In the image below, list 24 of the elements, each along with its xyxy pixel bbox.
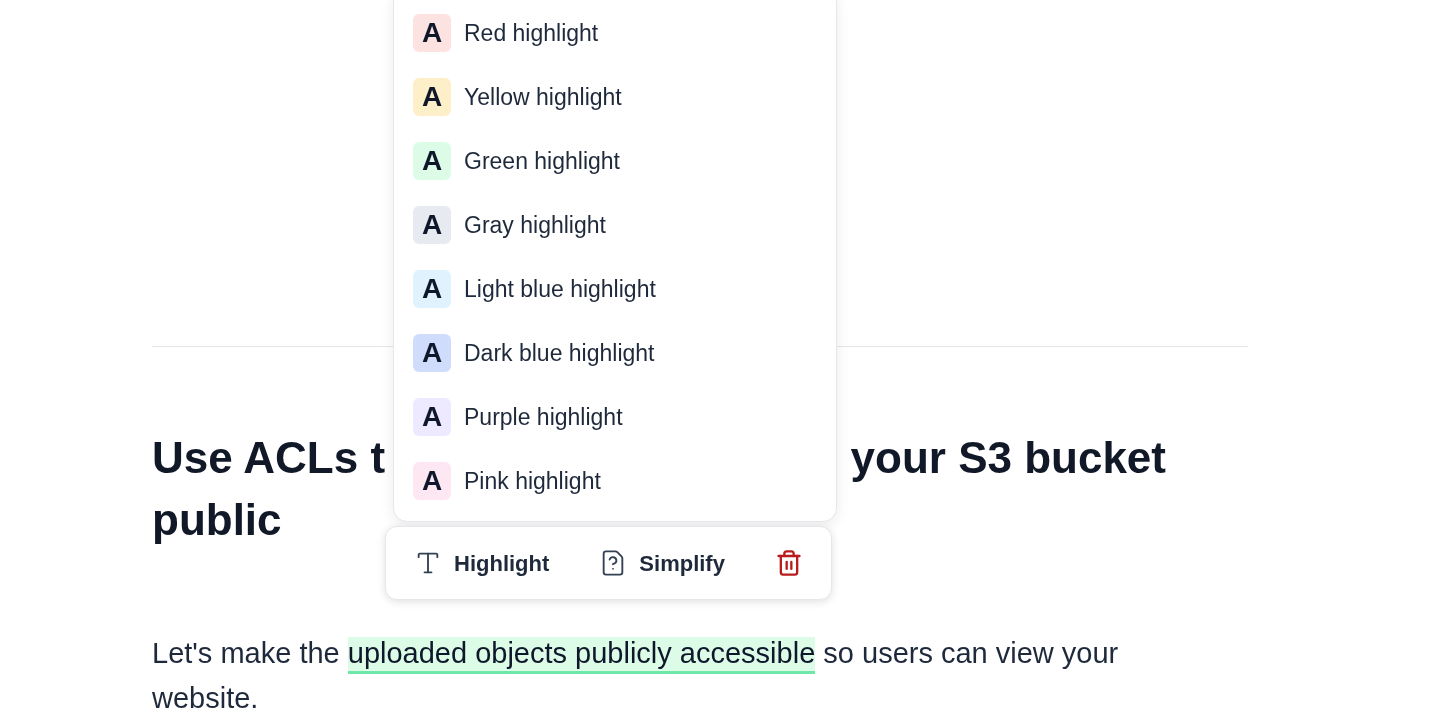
highlight-menu-item[interactable]: A Red highlight	[394, 1, 836, 65]
color-swatch: A	[413, 462, 451, 500]
highlight-menu-item[interactable]: A Gray highlight	[394, 193, 836, 257]
highlight-menu-item[interactable]: A Purple highlight	[394, 385, 836, 449]
heading-text: public	[152, 495, 282, 544]
highlight-menu-item[interactable]: A Green highlight	[394, 129, 836, 193]
highlighted-text: uploaded objects publicly accessible	[347, 637, 816, 674]
paragraph-text: Let's make the uploaded objects publicly accessible so users can view your website.	[152, 636, 1120, 716]
color-swatch: A	[413, 270, 451, 308]
color-swatch: A	[413, 142, 451, 180]
color-swatch: A	[413, 78, 451, 116]
heading-text: Use ACLs t	[152, 432, 386, 484]
color-swatch: A	[413, 14, 451, 52]
color-swatch: A	[413, 334, 451, 372]
color-swatch: A	[413, 398, 451, 436]
highlight-menu-item[interactable]: A Dark blue highlight	[394, 321, 836, 385]
highlight-menu-item[interactable]: A Light blue highlight	[394, 257, 836, 321]
highlight-menu-item[interactable]: A Yellow highlight	[394, 65, 836, 129]
highlight-menu-item[interactable]: A Pink highlight	[394, 449, 836, 513]
trash-icon	[775, 549, 803, 577]
color-swatch: A	[413, 206, 451, 244]
simplify-button[interactable]: Simplify	[587, 539, 737, 587]
highlight-button[interactable]: Highlight	[402, 539, 562, 587]
heading-text: your S3 bucket	[850, 432, 1166, 484]
